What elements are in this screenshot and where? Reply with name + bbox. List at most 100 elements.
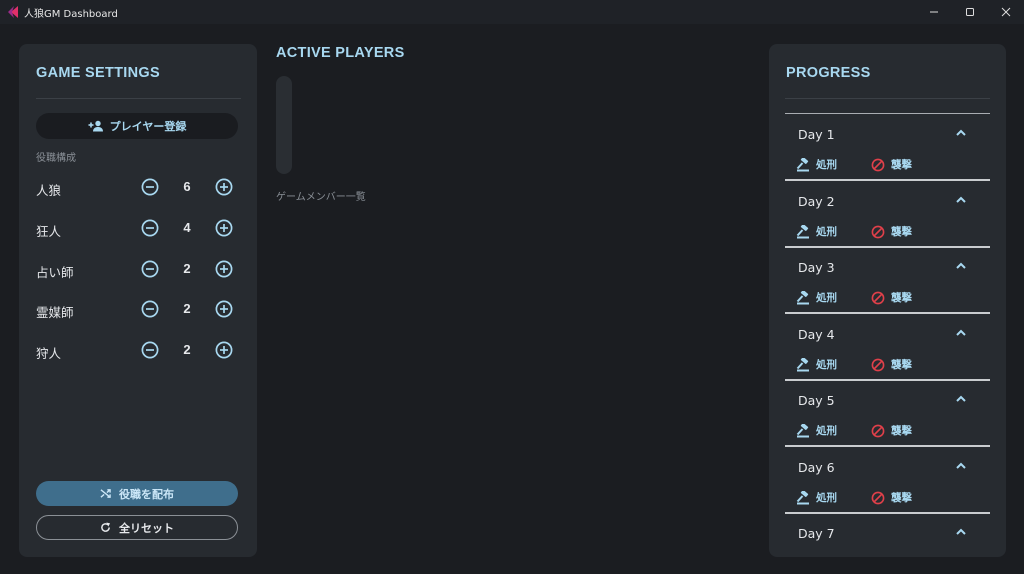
maximize-button[interactable] <box>952 0 988 24</box>
execute-label: 処刑 <box>816 425 837 437</box>
execute-action[interactable]: 処刑 <box>796 423 837 438</box>
execute-action[interactable]: 処刑 <box>796 290 837 305</box>
increment-button[interactable] <box>215 178 233 196</box>
register-player-label: プレイヤー登録 <box>109 120 187 133</box>
plus-circle-icon <box>215 178 233 196</box>
role-composition-label: 役職構成 <box>36 153 76 164</box>
increment-button[interactable] <box>215 300 233 318</box>
day-item: Day 1 処刑 襲撃 <box>785 113 990 181</box>
role-name: 人狼 <box>36 183 62 198</box>
execute-action[interactable]: 処刑 <box>796 224 837 239</box>
plus-circle-icon <box>215 260 233 278</box>
role-row-seer: 占い師 2 <box>36 260 241 280</box>
role-row-hunter: 狩人 2 <box>36 341 241 361</box>
decrement-button[interactable] <box>141 178 159 196</box>
gavel-icon <box>796 224 809 238</box>
gavel-icon <box>796 490 809 504</box>
person-add-icon <box>88 120 103 132</box>
attack-label: 襲撃 <box>891 492 912 504</box>
attack-action[interactable]: 襲撃 <box>871 357 912 372</box>
title-bar: 人狼GM Dashboard <box>0 0 1024 24</box>
increment-button[interactable] <box>215 341 233 359</box>
day-item: Day 4 処刑 襲撃 <box>785 313 990 381</box>
minimize-button[interactable] <box>916 0 952 24</box>
settings-divider <box>36 98 241 99</box>
block-icon <box>871 424 885 437</box>
execute-action[interactable]: 処刑 <box>796 357 837 372</box>
chevron-up-icon[interactable] <box>955 394 967 404</box>
active-players-title: ACTIVE PLAYERS <box>276 45 405 61</box>
chevron-up-icon[interactable] <box>955 328 967 338</box>
attack-action[interactable]: 襲撃 <box>871 423 912 438</box>
increment-button[interactable] <box>215 260 233 278</box>
role-row-werewolf: 人狼 6 <box>36 178 241 198</box>
chevron-up-icon[interactable] <box>955 461 967 471</box>
day-label: Day 3 <box>798 260 835 275</box>
reset-all-button[interactable]: 全リセット <box>36 515 238 540</box>
day-label: Day 5 <box>798 393 835 408</box>
execute-label: 処刑 <box>816 492 837 504</box>
close-icon <box>1001 7 1011 17</box>
app-logo-icon <box>8 6 18 18</box>
attack-action[interactable]: 襲撃 <box>871 490 912 505</box>
plus-circle-icon <box>215 300 233 318</box>
role-count: 2 <box>183 261 191 276</box>
attack-action[interactable]: 襲撃 <box>871 290 912 305</box>
chevron-up-icon[interactable] <box>955 128 967 138</box>
progress-title: PROGRESS <box>786 65 871 81</box>
day-item: Day 6 処刑 襲撃 <box>785 446 990 514</box>
gavel-icon <box>796 157 809 171</box>
gavel-icon <box>796 357 809 371</box>
minus-circle-icon <box>141 219 159 237</box>
decrement-button[interactable] <box>141 260 159 278</box>
execute-label: 処刑 <box>816 226 837 238</box>
role-count: 4 <box>183 220 191 235</box>
block-icon <box>871 358 885 371</box>
day-item: Day 5 処刑 襲撃 <box>785 379 990 447</box>
day-item: Day 7 <box>785 512 990 552</box>
decrement-button[interactable] <box>141 341 159 359</box>
distribute-roles-label: 役職を配布 <box>119 487 174 501</box>
day-separator <box>785 113 990 114</box>
minus-circle-icon <box>141 341 159 359</box>
minus-circle-icon <box>141 260 159 278</box>
day-label: Day 4 <box>798 327 835 342</box>
chevron-up-icon[interactable] <box>955 261 967 271</box>
role-count: 2 <box>183 342 191 357</box>
role-count: 2 <box>183 301 191 316</box>
role-row-madman: 狂人 4 <box>36 219 241 239</box>
role-name: 霊媒師 <box>36 305 74 320</box>
minimize-icon <box>930 11 938 13</box>
day-item: Day 3 処刑 襲撃 <box>785 246 990 314</box>
plus-circle-icon <box>215 341 233 359</box>
player-list-scrollbar[interactable] <box>276 76 292 174</box>
decrement-button[interactable] <box>141 300 159 318</box>
decrement-button[interactable] <box>141 219 159 237</box>
minus-circle-icon <box>141 178 159 196</box>
chevron-up-icon[interactable] <box>955 195 967 205</box>
execute-action[interactable]: 処刑 <box>796 157 837 172</box>
block-icon <box>871 291 885 304</box>
execute-label: 処刑 <box>816 359 837 371</box>
minus-circle-icon <box>141 300 159 318</box>
distribute-roles-button[interactable]: 役職を配布 <box>36 481 238 506</box>
role-count: 6 <box>183 179 191 194</box>
attack-label: 襲撃 <box>891 292 912 304</box>
maximize-icon <box>966 8 974 16</box>
chevron-up-icon[interactable] <box>955 527 967 537</box>
register-player-button[interactable]: プレイヤー登録 <box>36 113 238 139</box>
role-row-medium: 霊媒師 2 <box>36 300 241 320</box>
attack-label: 襲撃 <box>891 425 912 437</box>
attack-action[interactable]: 襲撃 <box>871 157 912 172</box>
day-label: Day 1 <box>798 127 835 142</box>
block-icon <box>871 491 885 504</box>
day-label: Day 2 <box>798 194 835 209</box>
gavel-icon <box>796 290 809 304</box>
close-button[interactable] <box>988 0 1024 24</box>
increment-button[interactable] <box>215 219 233 237</box>
block-icon <box>871 225 885 238</box>
attack-action[interactable]: 襲撃 <box>871 224 912 239</box>
execute-action[interactable]: 処刑 <box>796 490 837 505</box>
progress-panel: PROGRESS Day 1 処刑 襲撃 Day 2 処刑 襲撃 Day 3 処… <box>769 44 1006 557</box>
refresh-icon <box>101 522 111 532</box>
